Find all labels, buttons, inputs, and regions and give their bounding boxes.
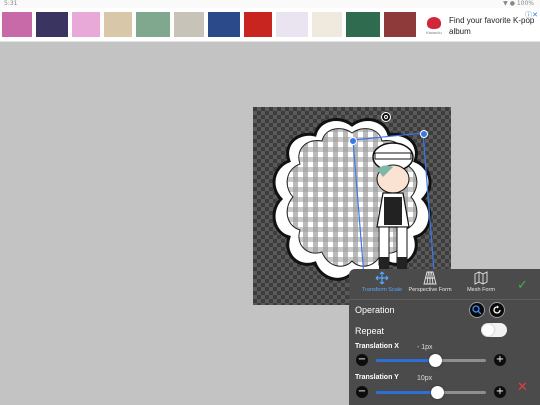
zoom-button[interactable] — [469, 302, 485, 318]
translation-x-label: Translation X — [355, 343, 399, 350]
translation-x-increase-button[interactable]: + — [494, 354, 506, 366]
ad-thumbnail[interactable] — [384, 12, 416, 37]
system-indicators: ▼ ● 100% — [503, 0, 534, 7]
ad-brand-name: Ktown4u — [426, 30, 442, 35]
ad-thumbnail[interactable] — [244, 12, 272, 37]
corner-handle-top-right[interactable] — [420, 130, 428, 138]
perspective-grid-icon — [423, 271, 437, 285]
translation-y-decrease-button[interactable]: − — [356, 386, 368, 398]
move-arrows-icon — [375, 271, 389, 285]
ad-thumbnail[interactable] — [136, 12, 170, 37]
rotate-icon — [493, 305, 501, 314]
mode-mesh-form[interactable]: Mesh Form — [459, 271, 503, 293]
mode-transform-scale[interactable]: Transform Scale — [359, 271, 405, 293]
ad-text[interactable]: Find your favorite K-pop album — [449, 15, 535, 37]
repeat-toggle[interactable] — [481, 323, 507, 337]
operation-label: Operation — [355, 305, 395, 315]
translation-y-label: Translation Y — [355, 374, 399, 381]
transform-tool-panel: Transform Scale Perspective Form Mesh Fo… — [349, 269, 540, 405]
ad-thumbnail[interactable] — [312, 12, 342, 37]
ad-thumbnail[interactable] — [36, 12, 68, 37]
transform-mode-bar: Transform Scale Perspective Form Mesh Fo… — [349, 269, 540, 297]
slider-fill — [376, 359, 436, 362]
translation-x-value: - 1px — [417, 344, 433, 351]
check-icon[interactable]: ✓ — [517, 277, 528, 293]
ad-brand-logo: Ktown4u — [422, 14, 446, 38]
rotate-button[interactable] — [489, 302, 505, 318]
ad-thumbnail[interactable] — [72, 12, 100, 37]
ad-banner[interactable]: Ktown4u Find your favorite K-pop album ⓘ… — [0, 8, 540, 42]
translation-x-slider-thumb[interactable] — [428, 354, 442, 367]
status-bar: 5:31 ▼ ● 100% — [0, 0, 540, 8]
ad-choices-icon[interactable]: ⓘ✕ — [525, 10, 538, 20]
ad-thumbnail[interactable] — [276, 12, 308, 37]
magnifier-icon — [472, 305, 482, 315]
translation-y-value: 10px — [417, 375, 433, 382]
ad-thumbnail[interactable] — [346, 12, 380, 37]
ad-thumbnail[interactable] — [174, 12, 204, 37]
mode-label: Transform Scale — [361, 287, 403, 293]
ad-thumbnail[interactable] — [104, 12, 132, 37]
divider — [349, 299, 540, 300]
toggle-knob[interactable] — [482, 324, 494, 336]
mesh-map-icon — [474, 271, 488, 285]
close-x-icon[interactable]: ✕ — [517, 380, 528, 395]
ad-thumbnail[interactable] — [208, 12, 240, 37]
corner-handle-top-left[interactable] — [349, 137, 357, 145]
mode-label: Perspective Form — [408, 287, 452, 293]
repeat-label: Repeat — [355, 326, 385, 336]
brand-mark-icon — [427, 17, 441, 29]
ad-thumbnail[interactable] — [2, 12, 32, 37]
clock: 5:31 — [4, 0, 18, 7]
mode-label: Mesh Form — [467, 287, 495, 293]
translation-y-increase-button[interactable]: + — [494, 386, 506, 398]
rotate-handle[interactable] — [381, 112, 391, 122]
slider-fill — [376, 391, 438, 394]
translation-x-decrease-button[interactable]: − — [356, 354, 368, 366]
mode-perspective-form[interactable]: Perspective Form — [407, 271, 453, 293]
translation-y-slider-thumb[interactable] — [431, 386, 445, 399]
